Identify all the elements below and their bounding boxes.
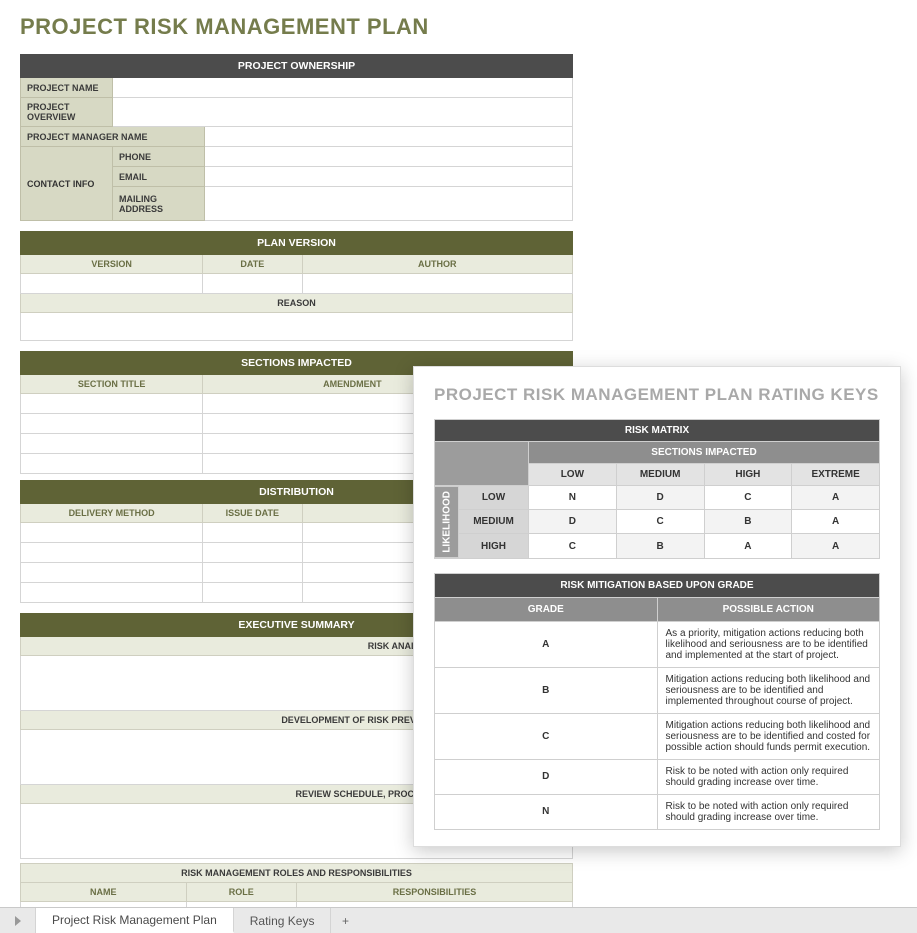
table-row[interactable] bbox=[203, 523, 302, 543]
tab-rating-keys[interactable]: Rating Keys bbox=[234, 908, 332, 933]
date-label: DATE bbox=[203, 255, 302, 274]
tab-nav-prev[interactable] bbox=[0, 908, 36, 933]
table-row[interactable] bbox=[21, 394, 203, 414]
table-row[interactable] bbox=[21, 523, 203, 543]
tab-project-plan[interactable]: Project Risk Management Plan bbox=[36, 908, 234, 933]
matrix-col-low: LOW bbox=[529, 464, 617, 486]
matrix-cell: B bbox=[704, 510, 792, 534]
grade-cell: C bbox=[435, 713, 658, 759]
panel-title: PROJECT RISK MANAGEMENT PLAN RATING KEYS bbox=[434, 385, 880, 405]
matrix-cell: C bbox=[529, 534, 617, 558]
project-manager-label: PROJECT MANAGER NAME bbox=[21, 127, 205, 147]
action-cell: Risk to be noted with action only requir… bbox=[657, 759, 880, 794]
tab-label: Project Risk Management Plan bbox=[52, 913, 217, 927]
contact-info-label: CONTACT INFO bbox=[21, 147, 113, 221]
sheet-tabbar: Project Risk Management Plan Rating Keys… bbox=[0, 907, 917, 933]
section-title-label: SECTION TITLE bbox=[21, 375, 203, 394]
matrix-cell: D bbox=[529, 510, 617, 534]
table-row[interactable] bbox=[21, 543, 203, 563]
table-row[interactable] bbox=[21, 563, 203, 583]
mitigation-header: RISK MITIGATION BASED UPON GRADE bbox=[435, 573, 880, 597]
plan-version-table: PLAN VERSION VERSION DATE AUTHOR REASON bbox=[20, 231, 573, 341]
author-label: AUTHOR bbox=[302, 255, 572, 274]
matrix-cell: A bbox=[792, 510, 880, 534]
tab-add-button[interactable]: + bbox=[331, 908, 359, 933]
matrix-cell: D bbox=[616, 486, 704, 510]
matrix-cell: B bbox=[616, 534, 704, 558]
reason-label: REASON bbox=[21, 294, 573, 313]
roles-header: RISK MANAGEMENT ROLES AND RESPONSIBILITI… bbox=[21, 864, 573, 883]
matrix-row-medium: MEDIUM bbox=[459, 510, 529, 534]
plan-version-header: PLAN VERSION bbox=[21, 232, 573, 255]
matrix-header: RISK MATRIX bbox=[435, 420, 880, 442]
ownership-table: PROJECT OWNERSHIP PROJECT NAME PROJECT O… bbox=[20, 54, 573, 221]
matrix-cell: C bbox=[704, 486, 792, 510]
reason-field[interactable] bbox=[21, 313, 573, 341]
phone-label: PHONE bbox=[113, 147, 205, 167]
rating-keys-panel: PROJECT RISK MANAGEMENT PLAN RATING KEYS… bbox=[413, 366, 901, 847]
matrix-cell: A bbox=[792, 486, 880, 510]
issue-date-label: ISSUE DATE bbox=[203, 504, 302, 523]
version-label: VERSION bbox=[21, 255, 203, 274]
email-label: EMAIL bbox=[113, 167, 205, 187]
author-field[interactable] bbox=[302, 274, 572, 294]
table-row[interactable] bbox=[203, 563, 302, 583]
mitigation-table: RISK MITIGATION BASED UPON GRADE GRADE P… bbox=[434, 573, 880, 830]
action-cell: Mitigation actions reducing both likelih… bbox=[657, 667, 880, 713]
grade-cell: N bbox=[435, 794, 658, 829]
matrix-row-high: HIGH bbox=[459, 534, 529, 558]
role-col-label: ROLE bbox=[186, 883, 296, 902]
email-field[interactable] bbox=[205, 167, 573, 187]
table-row[interactable] bbox=[203, 543, 302, 563]
matrix-cell: A bbox=[704, 534, 792, 558]
table-row[interactable] bbox=[203, 583, 302, 603]
matrix-col-extreme: EXTREME bbox=[792, 464, 880, 486]
project-overview-field[interactable] bbox=[113, 98, 573, 127]
matrix-col-high: HIGH bbox=[704, 464, 792, 486]
table-row[interactable] bbox=[21, 414, 203, 434]
delivery-label: DELIVERY METHOD bbox=[21, 504, 203, 523]
matrix-cell: N bbox=[529, 486, 617, 510]
name-col-label: NAME bbox=[21, 883, 187, 902]
version-field[interactable] bbox=[21, 274, 203, 294]
ownership-header: PROJECT OWNERSHIP bbox=[21, 55, 573, 78]
tab-label: Rating Keys bbox=[250, 914, 315, 928]
risk-matrix-table: RISK MATRIX SECTIONS IMPACTED LOW MEDIUM… bbox=[434, 419, 880, 559]
mailing-label: MAILING ADDRESS bbox=[113, 187, 205, 221]
date-field[interactable] bbox=[203, 274, 302, 294]
matrix-cell: C bbox=[616, 510, 704, 534]
project-name-label: PROJECT NAME bbox=[21, 78, 113, 98]
matrix-cell: A bbox=[792, 534, 880, 558]
plus-icon: + bbox=[342, 914, 349, 928]
phone-field[interactable] bbox=[205, 147, 573, 167]
action-cell: Mitigation actions reducing both likelih… bbox=[657, 713, 880, 759]
grade-cell: A bbox=[435, 621, 658, 667]
action-cell: Risk to be noted with action only requir… bbox=[657, 794, 880, 829]
matrix-col-medium: MEDIUM bbox=[616, 464, 704, 486]
chevron-left-icon bbox=[15, 916, 21, 926]
grade-col-label: GRADE bbox=[435, 597, 658, 621]
table-row[interactable] bbox=[21, 583, 203, 603]
project-name-field[interactable] bbox=[113, 78, 573, 98]
table-row[interactable] bbox=[21, 454, 203, 474]
table-row[interactable] bbox=[21, 434, 203, 454]
matrix-corner bbox=[435, 442, 529, 486]
matrix-row-low: LOW bbox=[459, 486, 529, 510]
action-cell: As a priority, mitigation actions reduci… bbox=[657, 621, 880, 667]
project-manager-field[interactable] bbox=[205, 127, 573, 147]
grade-cell: B bbox=[435, 667, 658, 713]
matrix-cols-header: SECTIONS IMPACTED bbox=[529, 442, 880, 464]
action-col-label: POSSIBLE ACTION bbox=[657, 597, 880, 621]
project-overview-label: PROJECT OVERVIEW bbox=[21, 98, 113, 127]
resp-col-label: RESPONSIBILITIES bbox=[296, 883, 572, 902]
page-title: PROJECT RISK MANAGEMENT PLAN bbox=[20, 14, 573, 40]
matrix-side-label: LIKELIHOOD bbox=[435, 486, 459, 559]
grade-cell: D bbox=[435, 759, 658, 794]
mailing-field[interactable] bbox=[205, 187, 573, 221]
